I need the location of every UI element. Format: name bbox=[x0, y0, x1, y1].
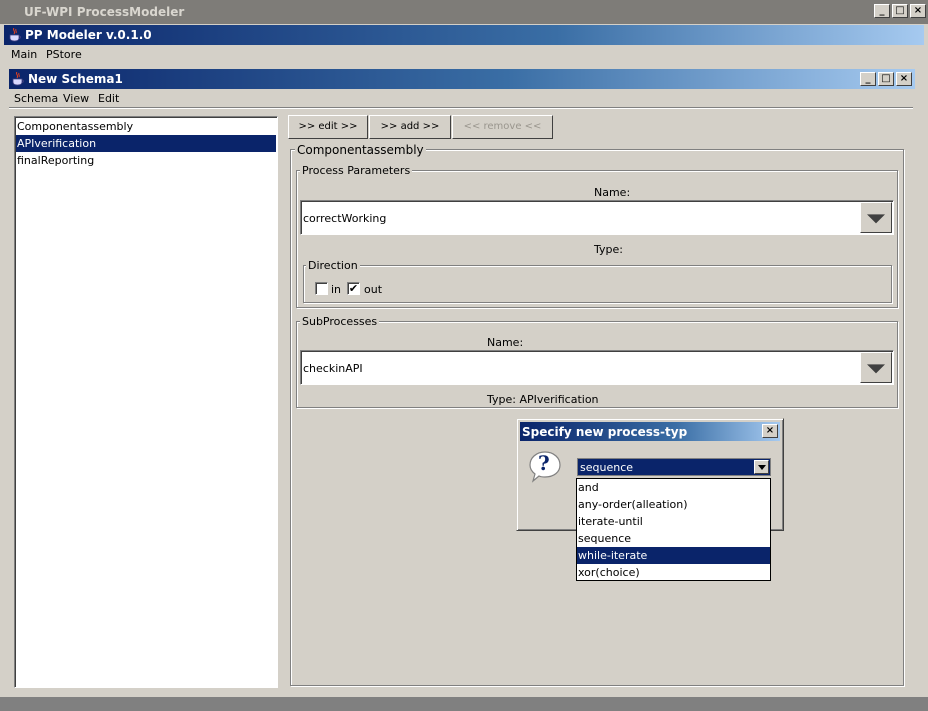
option-and[interactable]: and bbox=[577, 479, 770, 496]
direction-out-label: out bbox=[364, 283, 383, 296]
process-detail-title: Componentassembly bbox=[295, 143, 426, 157]
dialog-close-button[interactable]: × bbox=[762, 424, 778, 438]
chevron-down-icon bbox=[758, 465, 766, 470]
schema-menubar: Schema View Edit bbox=[9, 89, 915, 107]
process-list[interactable]: Componentassembly APIverification finalR… bbox=[14, 116, 278, 688]
subprocesses-title: SubProcesses bbox=[300, 315, 380, 328]
edit-button[interactable]: >> edit >> bbox=[288, 115, 368, 139]
direction-group bbox=[303, 265, 892, 303]
option-iterate-until[interactable]: iterate-until bbox=[577, 513, 770, 530]
app-title: PP Modeler v.0.1.0 bbox=[25, 28, 152, 42]
param-name-combo[interactable]: correctWorking bbox=[300, 200, 894, 235]
maximize-button[interactable]: □ bbox=[892, 4, 908, 18]
outer-title-bar: UF-WPI ProcessModeler _ □ × bbox=[0, 0, 928, 24]
schema-maximize-button[interactable]: □ bbox=[878, 72, 894, 86]
process-item-apiverification[interactable]: APIverification bbox=[16, 135, 276, 152]
schema-minimize-button[interactable]: _ bbox=[860, 72, 876, 86]
direction-title: Direction bbox=[306, 259, 360, 272]
process-type-select[interactable]: sequence bbox=[577, 458, 771, 476]
menu-schema[interactable]: Schema bbox=[14, 92, 58, 105]
java-cup-icon bbox=[12, 72, 24, 86]
main-menubar: Main PStore bbox=[4, 45, 924, 65]
close-button[interactable]: × bbox=[910, 4, 926, 18]
process-type-selected: sequence bbox=[580, 461, 634, 474]
bottom-border bbox=[0, 697, 928, 711]
schema-title: New Schema1 bbox=[28, 72, 123, 86]
direction-in-checkbox[interactable] bbox=[315, 282, 328, 295]
menu-main[interactable]: Main bbox=[11, 48, 37, 61]
menu-separator bbox=[9, 107, 913, 109]
subprocess-name-combo[interactable]: checkinAPI bbox=[300, 350, 894, 385]
option-while-iterate[interactable]: while-iterate bbox=[577, 547, 770, 564]
subprocess-name-label: Name: bbox=[487, 336, 524, 349]
param-name-label: Name: bbox=[594, 186, 631, 199]
subprocess-type-label: Type: APIverification bbox=[487, 393, 599, 406]
param-name-value: correctWorking bbox=[303, 212, 387, 225]
question-glyph: ? bbox=[538, 451, 550, 475]
process-item-componentassembly[interactable]: Componentassembly bbox=[16, 118, 276, 135]
direction-in-label: in bbox=[331, 283, 342, 296]
minimize-button[interactable]: _ bbox=[874, 4, 890, 18]
process-parameters-title: Process Parameters bbox=[300, 164, 413, 177]
schema-title-bar: New Schema1 _ □ × bbox=[9, 69, 915, 89]
subprocess-name-value: checkinAPI bbox=[303, 362, 363, 375]
chevron-down-icon bbox=[867, 363, 885, 373]
menu-pstore[interactable]: PStore bbox=[46, 48, 82, 61]
schema-close-button[interactable]: × bbox=[896, 72, 912, 86]
outer-title: UF-WPI ProcessModeler bbox=[24, 5, 185, 19]
param-name-dropdown-button[interactable] bbox=[860, 202, 892, 233]
menu-edit[interactable]: Edit bbox=[98, 92, 119, 105]
process-item-finalreporting[interactable]: finalReporting bbox=[16, 152, 276, 169]
chevron-down-icon bbox=[867, 213, 885, 223]
option-sequence[interactable]: sequence bbox=[577, 530, 770, 547]
option-any-order[interactable]: any-order(alleation) bbox=[577, 496, 770, 513]
process-type-options[interactable]: and any-order(alleation) iterate-until s… bbox=[576, 478, 771, 581]
subprocess-name-dropdown-button[interactable] bbox=[860, 352, 892, 383]
dialog-title-bar: Specify new process-typ × bbox=[520, 422, 780, 441]
java-cup-icon bbox=[9, 28, 21, 42]
add-button[interactable]: >> add >> bbox=[369, 115, 451, 139]
option-xor-choice[interactable]: xor(choice) bbox=[577, 564, 770, 581]
param-type-label: Type: bbox=[594, 243, 623, 256]
app-title-bar: PP Modeler v.0.1.0 bbox=[4, 25, 924, 45]
menu-view[interactable]: View bbox=[63, 92, 89, 105]
direction-out-checkbox[interactable]: ✔ bbox=[347, 282, 360, 295]
process-type-dropdown-button[interactable] bbox=[754, 460, 769, 474]
remove-button[interactable]: << remove << bbox=[452, 115, 553, 139]
dialog-title: Specify new process-typ bbox=[522, 425, 688, 439]
check-mark-icon: ✔ bbox=[348, 282, 359, 295]
